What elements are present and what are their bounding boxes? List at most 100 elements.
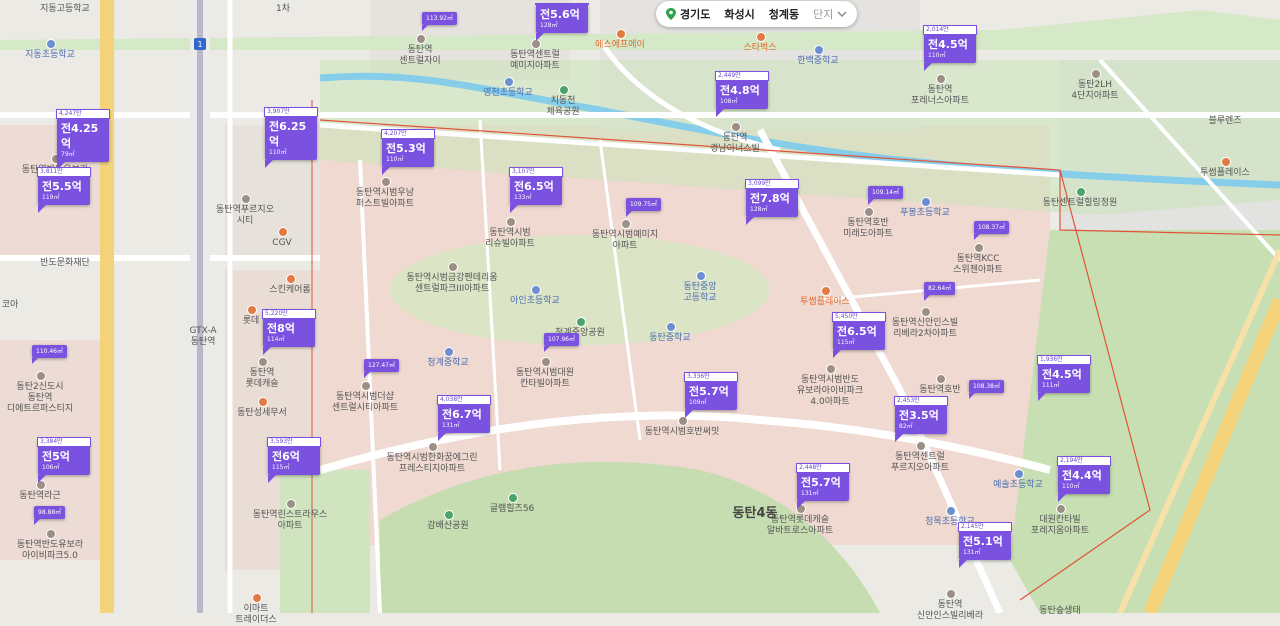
park-label[interactable]: 동탄센트럴힐링정원 xyxy=(1043,198,1118,209)
complexe-label[interactable]: 동탄역 경남아너스빌 xyxy=(710,133,760,155)
park-label[interactable]: 감배산공원 xyxy=(427,521,468,532)
breadcrumb-dong[interactable]: 청계동 xyxy=(769,6,799,22)
price-marker[interactable]: 5,450만 전6.5억 115㎡ xyxy=(832,312,886,358)
complexe-label[interactable]: 대원칸타빌 포레지움아파트 xyxy=(1031,515,1089,537)
price-marker[interactable]: 3,336만 전5.7억 109㎡ xyxy=(684,372,738,418)
complexe-label[interactable]: 동탄역시범우남 퍼스트빌아파트 xyxy=(356,188,414,210)
complexe-label[interactable]: 동탄역시범금강펜테리움 센트럴파크III아파트 xyxy=(406,273,497,295)
complexe-label[interactable]: 동탄역 롯데캐슬 xyxy=(245,368,278,390)
complexe-label[interactable]: 동탄역 포레너스아파트 xyxy=(911,85,969,107)
area-badge[interactable]: 110.46㎡ xyxy=(32,345,67,364)
misc-label[interactable]: 반도문화재단 xyxy=(40,258,90,269)
complexe-label[interactable]: 동탄역호반 xyxy=(919,385,960,396)
area-badge[interactable]: 98.88㎡ xyxy=(34,506,66,525)
price-marker[interactable]: 1,936만 전4.5억 111㎡ xyxy=(1037,355,1091,401)
complexe-label[interactable]: 동탄역라근 xyxy=(19,491,60,502)
complexe-label[interactable]: 동탄역시범대원 칸타빌아파트 xyxy=(516,368,574,390)
park-label[interactable]: 글램힐즈56 xyxy=(490,504,535,515)
complexe-label[interactable]: 동탄역센트럴 예미지아파트 xyxy=(510,50,560,72)
price-marker[interactable]: 2,194만 전4.4억 110㎡ xyxy=(1057,456,1111,502)
breadcrumb-level-label: 단지 xyxy=(813,8,834,21)
school-label[interactable]: 동탄중앙 고등학교 xyxy=(683,282,716,304)
price-per-pyeong: 3,811만 xyxy=(37,167,91,177)
shop-label[interactable]: 동탄성세무서 xyxy=(237,408,287,419)
complexe-label[interactable]: 동탄역시범예미지 아파트 xyxy=(592,230,658,252)
school-label[interactable]: 지동초등학교 xyxy=(25,50,75,61)
price-marker[interactable]: 3,099만 전7.8억 128㎡ xyxy=(745,179,799,225)
breadcrumb-province[interactable]: 경기도 xyxy=(666,6,710,22)
jeonse-price: 전5.1억 xyxy=(963,535,1003,548)
shop-label[interactable]: 스킨케어롬 xyxy=(269,285,310,296)
complexe-label[interactable]: 동탄역린스트라우스 아파트 xyxy=(253,510,328,532)
price-marker[interactable]: 3,107만 전6.5억 133㎡ xyxy=(509,167,563,213)
price-marker[interactable]: 4,247만 전4.25억 79㎡ xyxy=(56,109,110,170)
complexe-label[interactable]: 동탄역시범 리슈빌아파트 xyxy=(485,228,535,250)
shop-label[interactable]: 투썸플레이스 xyxy=(800,297,850,308)
price-marker[interactable]: 3,907만 전6.25억 110㎡ xyxy=(264,107,318,168)
complexe-label[interactable]: 동탄2LH 4단지아파트 xyxy=(1071,80,1118,102)
shop-label[interactable]: 투썸플레이스 xyxy=(1200,168,1250,179)
breadcrumb-city[interactable]: 화성시 xyxy=(724,6,754,22)
price-marker[interactable]: 2,453만 전3.5억 82㎡ xyxy=(894,396,948,442)
complexe-label[interactable]: 동탄역호반 미래도아파트 xyxy=(843,218,893,240)
price-per-pyeong: 3,907만 xyxy=(264,107,318,117)
misc-label[interactable]: 동탄숲생태 xyxy=(1039,606,1080,617)
area-badge[interactable]: 109.14㎡ xyxy=(868,186,903,205)
jeonse-price: 전5.7억 xyxy=(801,476,841,489)
school-label[interactable]: 예솔초등학교 xyxy=(993,480,1043,491)
area-badge[interactable]: 113.92㎡ xyxy=(422,12,457,31)
breadcrumb-province-label: 경기도 xyxy=(680,8,711,21)
complexe-label[interactable]: 동탄역반도유보라 아이비파크5.0 xyxy=(17,540,83,562)
misc-label[interactable]: 코아 xyxy=(2,300,19,311)
misc-label[interactable]: GTX-A 동탄역 xyxy=(189,326,216,348)
price-marker[interactable]: 전5.6억 128㎡ xyxy=(535,3,589,41)
misc-label[interactable]: 1차 xyxy=(276,4,290,15)
area-badge[interactable]: 82.64㎡ xyxy=(924,282,956,301)
price-marker[interactable]: 2,449만 전4.8억 108㎡ xyxy=(715,71,769,117)
complexe-label[interactable]: 동탄역KCC 스위첸아파트 xyxy=(953,254,1003,276)
complexe-label[interactable]: 동탄역신안인스빌 리베라2차아파트 xyxy=(892,318,958,340)
complexe-label[interactable]: 동탄역시범한화꿈에그린 프레스티지아파트 xyxy=(386,453,477,475)
complexe-label[interactable]: 동탄역푸르지오 시티 xyxy=(216,205,274,227)
shop-label[interactable]: 롯데 xyxy=(243,316,260,327)
complexe-label[interactable]: 동탄2신도시 동탄역 디에트르퍼스티지 xyxy=(7,382,73,415)
price-marker[interactable]: 5,220만 전8억 114㎡ xyxy=(262,309,316,355)
school-label[interactable]: 청계중학교 xyxy=(427,358,468,369)
complexe-label[interactable]: 동탄역시범더샵 센트럴시티아파트 xyxy=(332,392,398,414)
school-label[interactable]: 영천초등학교 xyxy=(483,88,533,99)
complexe-label[interactable]: 동탄역센트럴 푸르지오아파트 xyxy=(891,452,949,474)
school-label[interactable]: 푸봉초등학교 xyxy=(900,208,950,219)
jeonse-price: 전6.5억 xyxy=(837,325,877,338)
price-marker[interactable]: 4,207만 전5.3억 110㎡ xyxy=(381,129,435,175)
complexe-label[interactable]: 동탄역시범반도 유보라아이비파크 4.0아파트 xyxy=(797,375,863,408)
school-pin-icon xyxy=(946,506,956,516)
price-marker[interactable]: 3,811만 전5.5억 119㎡ xyxy=(37,167,91,213)
price-marker[interactable]: 3,593만 전6억 115㎡ xyxy=(267,437,321,483)
shop-label[interactable]: 이마트 트레이더스 xyxy=(235,604,276,626)
area-badge[interactable]: 127.47㎡ xyxy=(364,359,399,378)
misc-label[interactable]: 동탄4동 xyxy=(733,507,778,520)
complexe-label[interactable]: 동탄역 신안인스빌리베라 xyxy=(917,600,983,622)
misc-label[interactable]: 지동고등학교 xyxy=(40,4,90,15)
area-badge[interactable]: 108.38㎡ xyxy=(969,380,1004,399)
complexe-label[interactable]: 동탄역시범호반써밋 xyxy=(645,427,720,438)
price-per-pyeong: 1,936만 xyxy=(1037,355,1091,365)
breadcrumb-level[interactable]: 단지 xyxy=(813,6,847,22)
area-badge[interactable]: 108.37㎡ xyxy=(974,221,1009,240)
area-badge[interactable]: 107.96㎡ xyxy=(544,333,579,352)
shop-label[interactable]: 스타벅스 xyxy=(743,43,776,54)
price-marker[interactable]: 2,014만 전4.5억 110㎡ xyxy=(923,25,977,71)
school-label[interactable]: 아인초등학교 xyxy=(510,296,560,307)
misc-label[interactable]: 블루렌즈 xyxy=(1208,116,1241,127)
shop-label[interactable]: CGV xyxy=(272,238,291,249)
price-marker[interactable]: 3,384만 전5억 106㎡ xyxy=(37,437,91,483)
price-marker[interactable]: 4,038만 전6.7억 131㎡ xyxy=(437,395,491,441)
price-marker[interactable]: 2,448만 전5.7억 131㎡ xyxy=(796,463,850,509)
complexe-label[interactable]: 동탄역 센트럴자이 xyxy=(399,45,440,67)
price-marker[interactable]: 2,145만 전5.1억 131㎡ xyxy=(958,522,1012,568)
shop-label[interactable]: 에스에프에이 xyxy=(595,40,645,51)
school-label[interactable]: 동탄중학교 xyxy=(649,333,690,344)
park-label[interactable]: 치동천 체육공원 xyxy=(546,96,579,118)
school-label[interactable]: 한백중학교 xyxy=(797,56,838,67)
area-badge[interactable]: 109.75㎡ xyxy=(626,198,661,217)
